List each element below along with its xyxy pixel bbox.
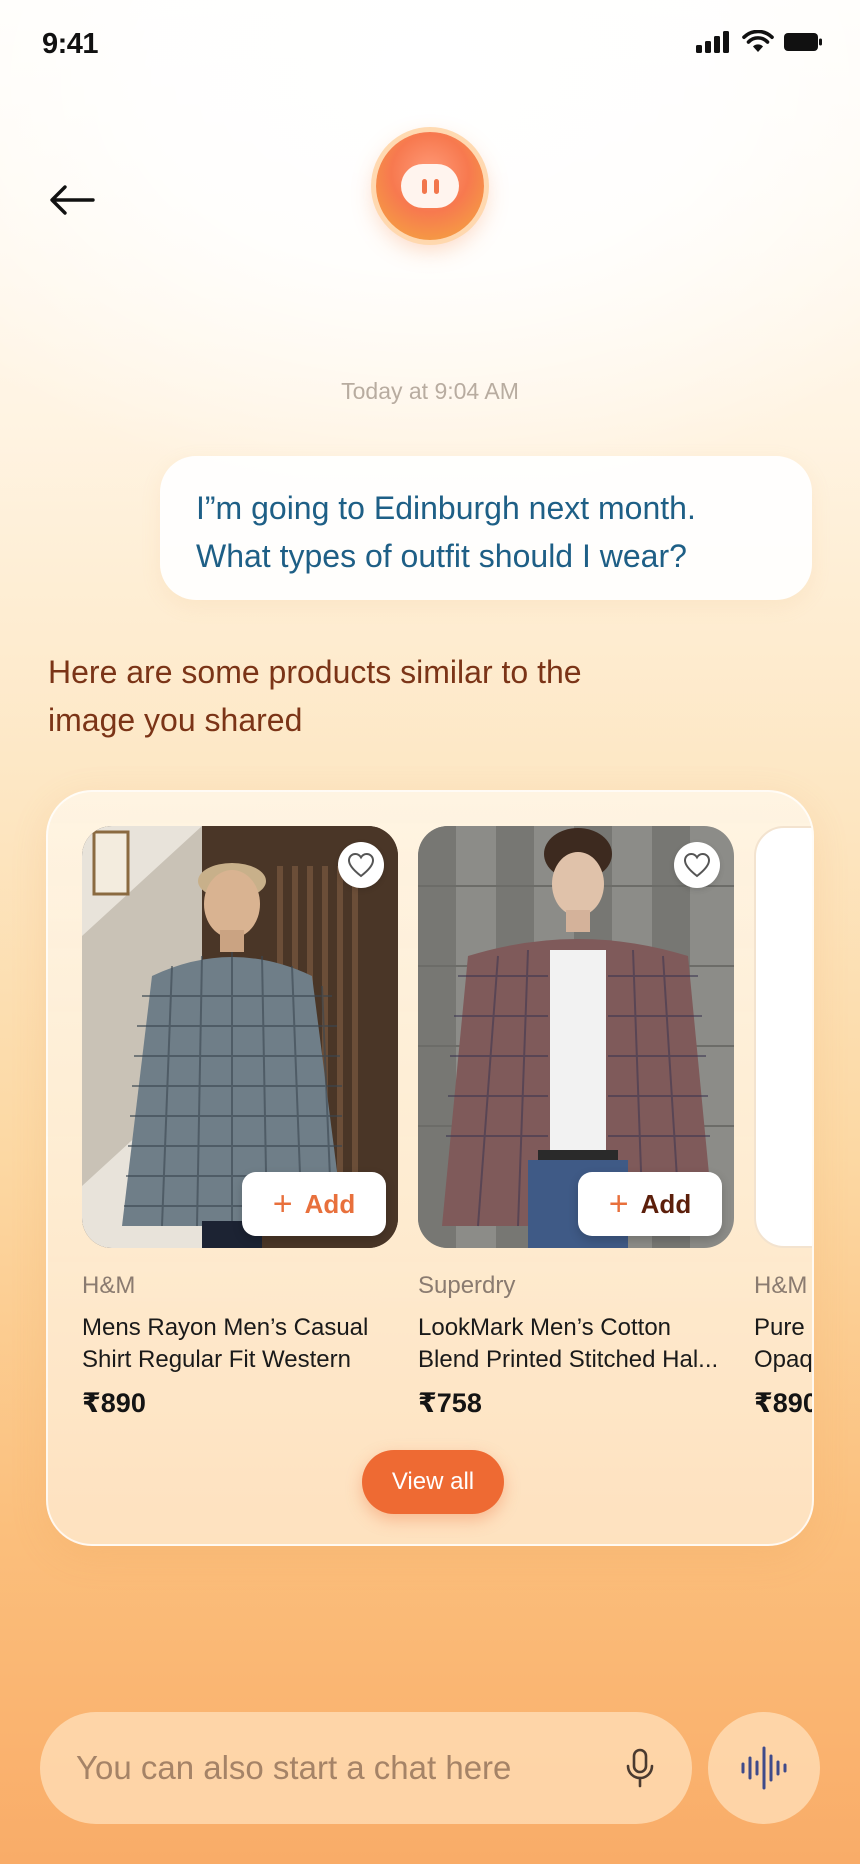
sound-wave-icon — [741, 1746, 787, 1790]
product-name-line: Blend Printed Stitched Hal... — [418, 1346, 719, 1373]
add-label: Add — [640, 1188, 692, 1219]
status-bar: 9:41 — [0, 0, 860, 92]
status-icons — [696, 30, 822, 54]
plus-icon: + — [272, 1185, 293, 1223]
product-name-line: Shirt Regular Fit Western — [82, 1346, 351, 1373]
product-name[interactable]: Pure C Opaq — [754, 1312, 813, 1376]
product-name-line: Pure C — [754, 1314, 812, 1341]
assistant-message: Here are some products similar to the im… — [48, 648, 668, 744]
product-name-line: LookMark Men’s Cotton — [418, 1314, 672, 1341]
product-image[interactable] — [754, 826, 812, 1248]
plus-icon: + — [608, 1185, 629, 1223]
voice-mode-button[interactable] — [708, 1712, 820, 1824]
product-price: ₹890 — [754, 1388, 814, 1418]
heart-icon — [347, 852, 375, 878]
product-brand: H&M — [82, 1272, 136, 1299]
mic-button[interactable] — [616, 1744, 664, 1792]
product-image[interactable]: + Add — [418, 826, 734, 1248]
add-to-cart-button[interactable]: + Add — [578, 1172, 722, 1236]
product-name[interactable]: Mens Rayon Men’s Casual Shirt Regular Fi… — [82, 1312, 398, 1376]
favorite-button[interactable] — [338, 842, 384, 888]
assistant-message-line: Here are some products similar to the — [48, 654, 582, 690]
back-button[interactable] — [44, 176, 100, 224]
add-to-cart-button[interactable]: + Add — [242, 1172, 386, 1236]
add-label: Add — [304, 1188, 356, 1219]
arrow-left-icon — [50, 185, 95, 215]
product-card[interactable]: + Add Superdry LookMark Men’s Cotton Ble… — [418, 826, 734, 1419]
product-price: ₹758 — [418, 1388, 482, 1418]
pause-icon — [401, 164, 459, 208]
product-name[interactable]: LookMark Men’s Cotton Blend Printed Stit… — [418, 1312, 734, 1376]
product-results-panel: + Add H&M Mens Rayon Men’s Casual Shirt … — [46, 790, 814, 1546]
product-image[interactable]: + Add — [82, 826, 398, 1248]
product-card[interactable]: + Add H&M Mens Rayon Men’s Casual Shirt … — [82, 826, 398, 1419]
wifi-icon — [742, 30, 774, 52]
user-message-bubble: I”m going to Edinburgh next month. What … — [160, 456, 812, 600]
chat-input[interactable] — [76, 1749, 616, 1787]
user-message-line: What types of outfit should I wear? — [196, 538, 687, 574]
product-brand: H&M — [754, 1272, 808, 1299]
favorite-button[interactable] — [674, 842, 720, 888]
status-time: 9:41 — [42, 28, 99, 60]
product-carousel[interactable]: + Add H&M Mens Rayon Men’s Casual Shirt … — [82, 826, 814, 1419]
assistant-message-line: image you shared — [48, 702, 303, 738]
user-message-line: I”m going to Edinburgh next month. — [196, 490, 696, 526]
chat-timestamp: Today at 9:04 AM — [341, 378, 519, 404]
product-name-line: Mens Rayon Men’s Casual — [82, 1314, 369, 1341]
chat-input-bar — [40, 1712, 692, 1824]
view-all-button[interactable]: View all — [362, 1450, 504, 1514]
assistant-orb-halo — [366, 122, 494, 250]
product-name-line: Opaq — [754, 1346, 813, 1373]
product-brand: Superdry — [418, 1272, 516, 1299]
battery-icon — [784, 33, 822, 51]
heart-icon — [683, 852, 711, 878]
cellular-signal-icon — [696, 31, 729, 53]
product-card[interactable]: H&M Pure C Opaq ₹890 — [754, 826, 814, 1419]
assistant-orb-button[interactable] — [376, 132, 484, 240]
product-price: ₹890 — [82, 1388, 146, 1418]
microphone-icon — [626, 1748, 654, 1788]
